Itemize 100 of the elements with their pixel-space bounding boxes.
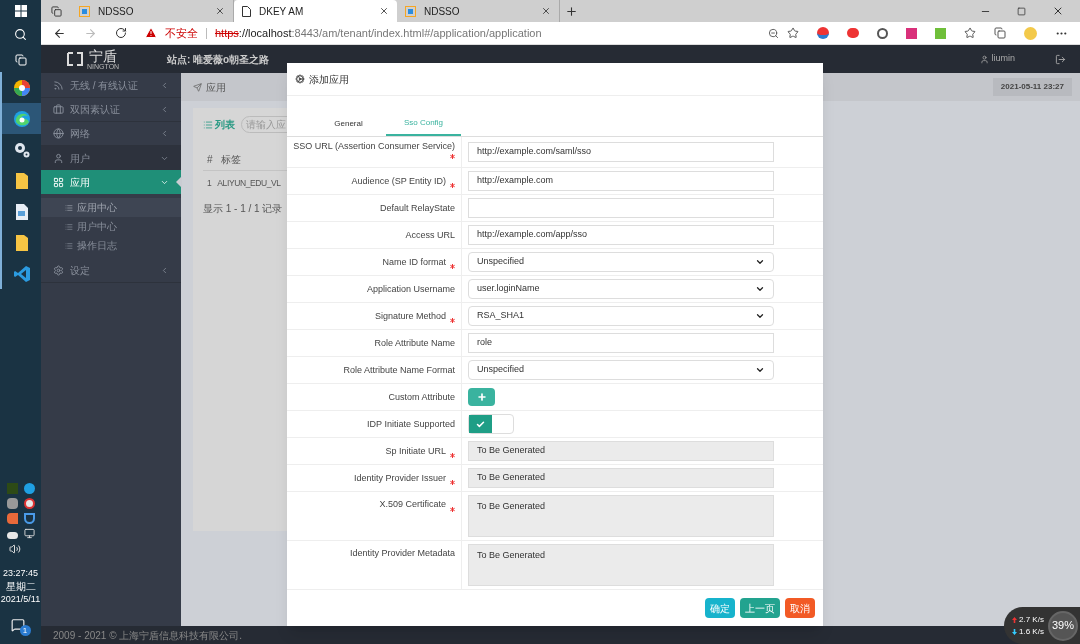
readonly-textarea: To Be Generated [468,544,774,586]
url-text: https://localhost:8443/am/tenant/index.html#/application/application [215,25,542,41]
dialog-tab[interactable]: Sso Config [386,112,461,136]
browser-icon[interactable] [12,109,31,128]
field-label: Identity Provider Issuer [353,471,446,485]
close-tab-icon[interactable] [379,6,389,16]
close-window-icon[interactable] [1052,5,1064,17]
dropdown-field[interactable]: Unspecified [468,360,774,380]
field-label: SSO URL (Assertion Consumer Service) [293,140,455,153]
extension-icon[interactable] [847,28,859,38]
chevron-left-icon [160,266,169,275]
security-label: 不安全 [165,25,198,41]
favorites-icon[interactable] [964,27,976,39]
folder-icon[interactable] [14,171,29,190]
dialog-button[interactable]: 上一页 [740,598,780,618]
dialog-button[interactable]: 确定 [705,598,735,618]
tab-title: NDSSO [424,4,461,19]
restore-icon[interactable] [1017,6,1026,16]
clock-date: 2021/5/11 [0,593,41,606]
sidebar-item[interactable]: 用户 [41,146,181,170]
task-view-icon[interactable] [14,53,27,66]
code-editor-icon[interactable] [12,264,31,283]
close-tab-icon[interactable] [541,6,551,16]
close-tab-icon[interactable] [215,6,225,16]
favorite-icon[interactable] [787,27,799,39]
sidebar-item[interactable]: 设定 [41,259,181,283]
text-field[interactable]: role [468,333,774,353]
date-badge: 2021-05-11 23:27 [992,78,1072,96]
column-header: # [207,153,213,167]
extension-icon[interactable] [906,27,917,39]
dropdown-field[interactable]: RSA_SHA1 [468,306,774,326]
user-name[interactable]: liumin [991,52,1015,66]
field-label: Identity Provider Metadata [349,547,455,560]
back-icon[interactable] [53,26,66,40]
new-tab-icon[interactable] [564,4,578,18]
dropdown-field[interactable]: user.loginName [468,279,774,299]
download-arrow-icon [1012,628,1017,635]
logo-mark-icon [67,52,83,66]
refresh-icon[interactable] [115,27,127,39]
browser-tab[interactable]: DKEY AM [234,0,397,22]
sidebar-subitem[interactable]: 操作日志 [41,236,181,255]
security-tray-icon[interactable] [23,513,35,524]
chevron-down-icon [755,311,765,321]
sidebar-subitem[interactable]: 应用中心 [41,198,181,217]
logout-icon[interactable] [1055,53,1066,65]
notification-badge: 1 [19,625,31,636]
menu-item-icon [53,176,64,188]
sidebar-subitem[interactable]: 用户中心 [41,217,181,236]
dropdown-field[interactable]: Unspecified [468,252,774,272]
readonly-textarea: To Be Generated [468,495,774,537]
network-icon[interactable] [23,528,35,539]
tab-title: NDSSO [98,4,135,19]
readonly-field: To Be Generated [468,468,774,488]
download-speed: 1.6 K/s [1019,625,1044,638]
text-field[interactable]: http://example.com/app/sso [468,225,774,245]
table-cell: ALIYUN_EDU_VL [217,176,281,190]
address-bar[interactable]: 不安全 https://localhost:8443/am/tenant/index.html#/application/application [145,23,799,43]
color-wheel-icon[interactable] [12,78,31,97]
active-pointer [176,176,182,188]
list-icon [65,222,73,231]
app-tray-icon[interactable] [6,498,18,509]
site-logo-icon [405,5,416,17]
logo-text: 宁盾 [89,48,118,63]
search-icon[interactable] [14,28,27,41]
gauge-icon[interactable] [877,27,888,39]
text-field[interactable]: http://example.com/saml/sso [468,142,774,162]
collections-icon[interactable] [994,27,1006,39]
dialog-tab[interactable]: General [311,112,386,136]
toggle-switch[interactable] [468,414,514,434]
gears-icon[interactable] [12,140,31,159]
document-icon[interactable] [14,202,29,221]
folder-icon[interactable] [14,233,29,252]
field-label: Sp Initiate URL [385,444,446,458]
notification-button[interactable]: 1 [10,618,31,636]
chevron-down-icon [755,365,765,375]
list-summary: 显示 1 - 1 / 1 记录 [203,202,283,216]
list-icon [203,119,213,130]
chevron-down-icon [755,257,765,267]
cloud-tray-icon[interactable] [6,532,18,539]
plus-icon [476,392,487,402]
zoom-out-icon[interactable] [768,27,779,39]
extension-icon[interactable] [817,27,829,39]
field-label: Name ID format [382,255,446,269]
browser-tray-icon[interactable] [23,483,35,494]
text-field[interactable]: http://example.com [468,171,774,191]
dialog-title: 添加应用 [309,72,349,87]
sidebar-item[interactable]: 应用 [41,170,181,194]
chevron-left-icon [160,105,169,114]
gears-icon [295,74,305,84]
list-title: 列表 [215,118,235,132]
upload-arrow-icon [1012,616,1017,623]
windows-start-icon[interactable] [14,5,27,17]
sidebar-item[interactable]: 双因素认证 [41,98,181,122]
text-field[interactable] [468,198,774,218]
footer-text: 2009 - 2021 © 上海宁盾信息科技有限公司. [53,628,243,643]
volume-icon[interactable] [8,543,21,555]
tab-actions-icon[interactable] [50,5,62,17]
clock-time: 23:27:45 [2,567,38,580]
dialog-button[interactable]: 取消 [785,598,815,618]
chevron-left-icon [160,129,169,138]
